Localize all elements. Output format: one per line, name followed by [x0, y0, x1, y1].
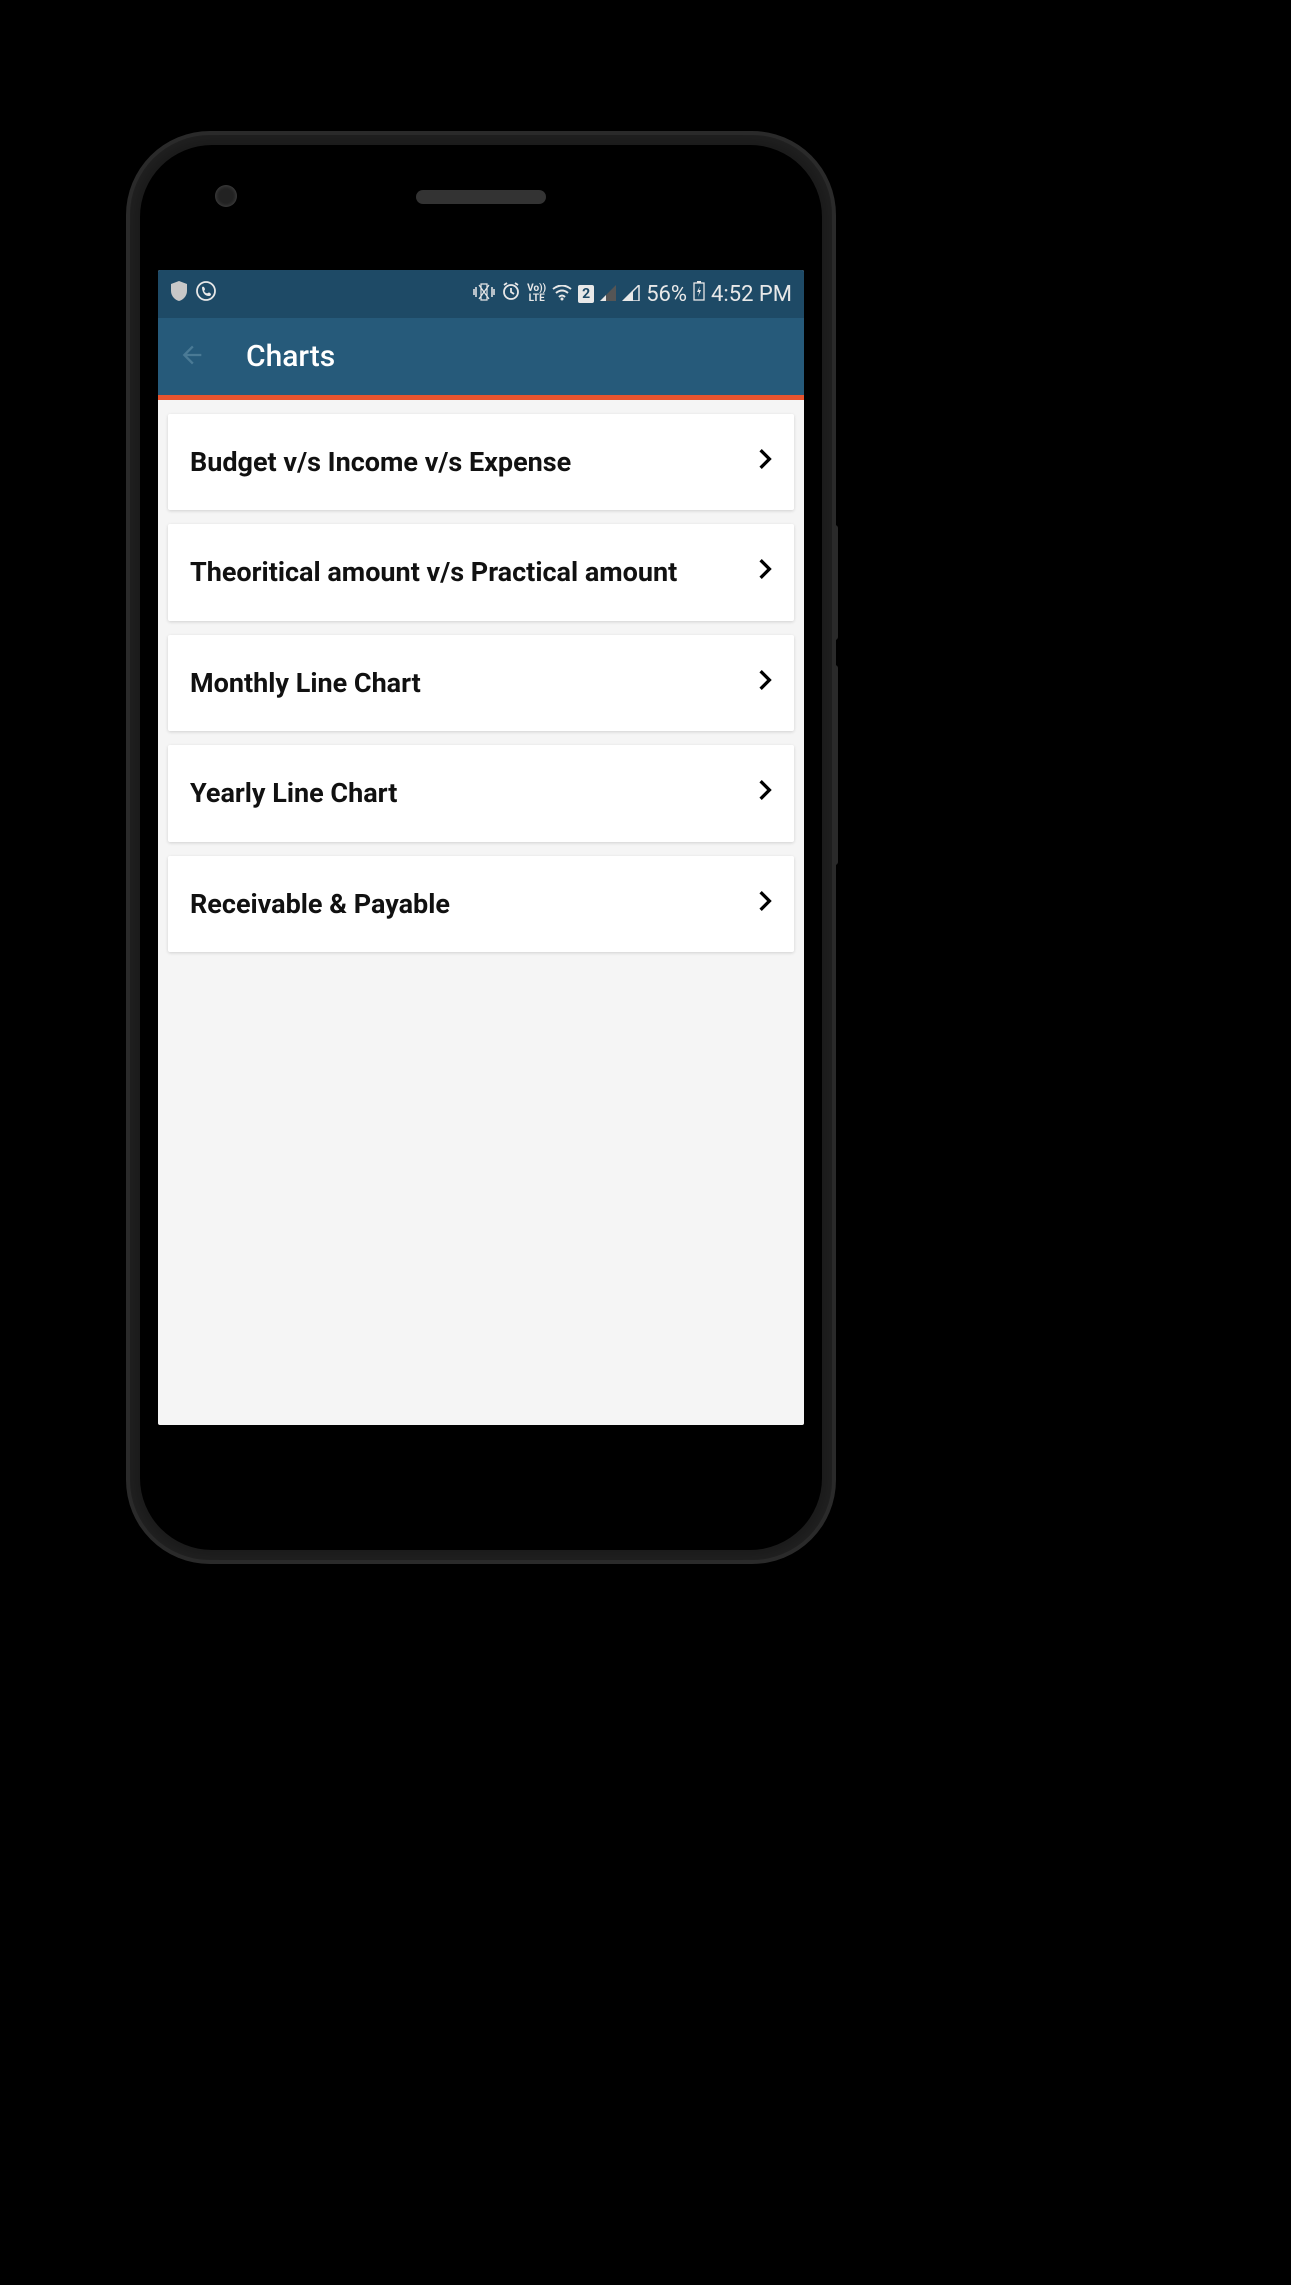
status-right: Vo)) LTE 2 56% 4:52 PM [473, 281, 792, 307]
list-item-theoretical-practical[interactable]: Theoritical amount v/s Practical amount [168, 524, 794, 620]
chevron-right-icon [758, 890, 772, 916]
list-item-label: Theoritical amount v/s Practical amount [190, 554, 758, 590]
chevron-right-icon [758, 779, 772, 805]
chevron-right-icon [758, 669, 772, 695]
shield-icon [170, 281, 188, 307]
signal-icon [622, 282, 640, 307]
page-title: Charts [246, 339, 335, 374]
app-bar: Charts [158, 318, 804, 400]
chevron-right-icon [758, 448, 772, 474]
list-item-label: Monthly Line Chart [190, 665, 758, 701]
wifi-icon [552, 282, 572, 307]
content-list: Budget v/s Income v/s Expense Theoritica… [158, 400, 804, 980]
time-text: 4:52 PM [711, 282, 792, 307]
chevron-right-icon [758, 558, 772, 584]
alarm-icon [501, 281, 521, 307]
list-item-yearly-line-chart[interactable]: Yearly Line Chart [168, 745, 794, 841]
phone-power-button [832, 525, 838, 640]
battery-charging-icon [693, 281, 705, 307]
list-item-label: Yearly Line Chart [190, 775, 758, 811]
status-bar: Vo)) LTE 2 56% 4:52 PM [158, 270, 804, 318]
vibrate-icon [473, 282, 495, 307]
phone-volume-button [832, 665, 838, 865]
screen: Vo)) LTE 2 56% 4:52 PM [158, 270, 804, 1425]
volte-icon: Vo)) LTE [527, 284, 546, 304]
phone-frame: Vo)) LTE 2 56% 4:52 PM [130, 135, 832, 1560]
sim-indicator: 2 [578, 285, 594, 303]
list-item-budget-income-expense[interactable]: Budget v/s Income v/s Expense [168, 414, 794, 510]
phone-speaker [416, 190, 546, 204]
back-arrow-icon[interactable] [178, 341, 206, 373]
list-item-label: Budget v/s Income v/s Expense [190, 444, 758, 480]
phone-camera [215, 185, 237, 207]
signal-weak-icon [600, 282, 616, 307]
list-item-label: Receivable & Payable [190, 886, 758, 922]
whatsapp-icon [196, 281, 216, 307]
status-left [170, 281, 216, 307]
list-item-monthly-line-chart[interactable]: Monthly Line Chart [168, 635, 794, 731]
battery-text: 56% [646, 282, 687, 307]
list-item-receivable-payable[interactable]: Receivable & Payable [168, 856, 794, 952]
